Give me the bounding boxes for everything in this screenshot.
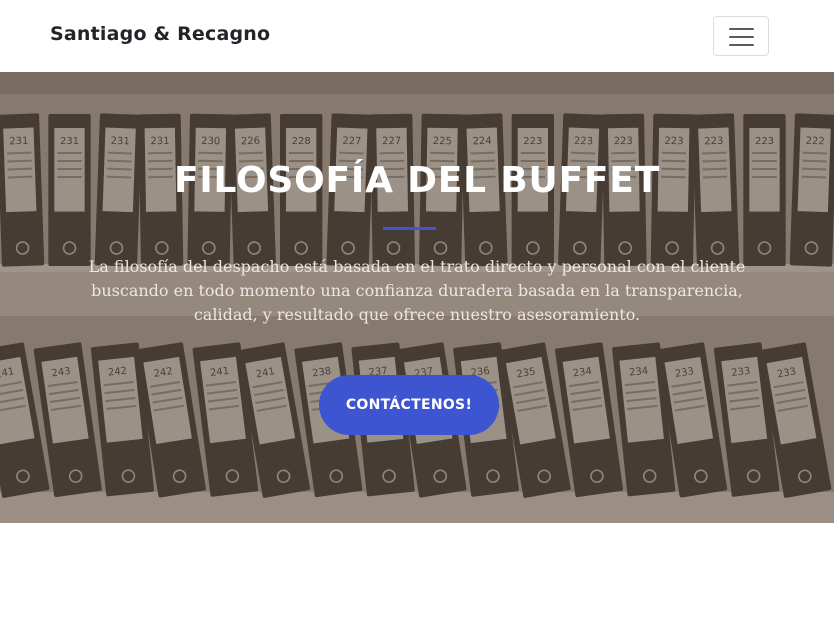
navbar: Santiago & Recagno — [0, 0, 834, 72]
hero-divider — [383, 227, 436, 230]
contact-button[interactable]: CONTÁCTENOS! — [319, 375, 499, 435]
hero-title: FILOSOFÍA DEL BUFFET — [173, 160, 661, 201]
menu-toggle-button[interactable] — [713, 16, 769, 56]
hamburger-icon — [729, 28, 754, 46]
hero-section: 2312312312312302262282272272252242232232… — [0, 72, 834, 523]
hero-description: La filosofía del despacho está basada en… — [88, 257, 746, 324]
brand-link[interactable]: Santiago & Recagno — [50, 23, 270, 45]
